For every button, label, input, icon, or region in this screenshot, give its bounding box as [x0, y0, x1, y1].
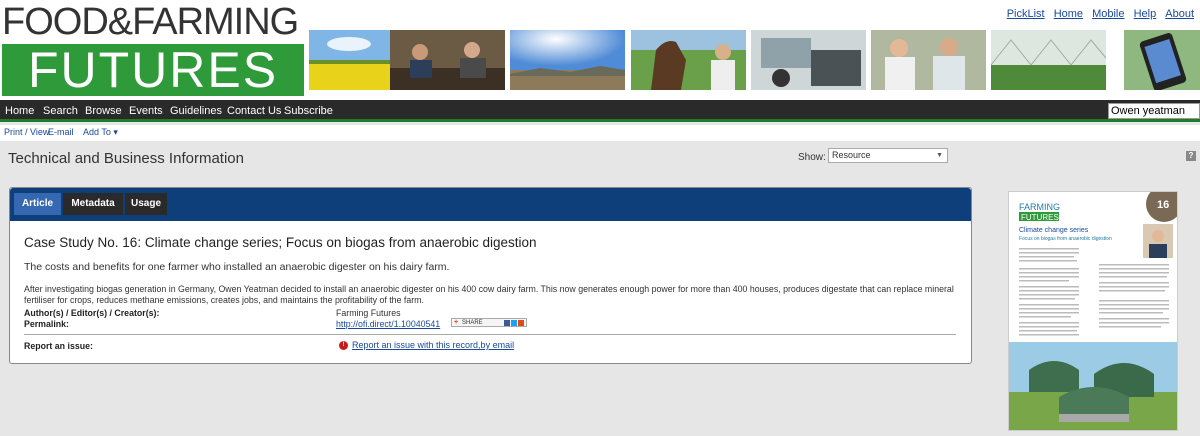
article-title: Case Study No. 16: Climate change series… [24, 235, 537, 250]
nav-events[interactable]: Events [129, 100, 163, 122]
print-view-link[interactable]: Print / View [4, 127, 49, 137]
social-icons [503, 320, 524, 329]
twitter-icon [511, 320, 517, 326]
more-icon [518, 320, 524, 326]
facebook-icon [504, 320, 510, 326]
toplink-mobile[interactable]: Mobile [1092, 8, 1124, 20]
author-label: Author(s) / Editor(s) / Creator(s): [24, 308, 160, 318]
thumb-brand1: FARMING [1019, 202, 1060, 212]
banner-photo-farmers [871, 30, 986, 90]
search-input[interactable] [1108, 103, 1200, 119]
record-panel: Article Metadata Usage Case Study No. 16… [9, 187, 972, 364]
thumb-subtitle: Focus on biogas from anaerobic digestion [1019, 236, 1112, 242]
toplink-home[interactable]: Home [1054, 8, 1083, 20]
tab-bar: Article Metadata Usage [10, 188, 971, 221]
report-label: Report an issue: [24, 341, 93, 351]
nav-guidelines[interactable]: Guidelines [170, 100, 222, 122]
banner-photo-horse [631, 30, 746, 90]
document-thumbnail[interactable]: FARMING FUTURES 16 Climate change series… [1008, 191, 1178, 431]
toplink-help[interactable]: Help [1134, 8, 1157, 20]
plus-icon: + [454, 319, 459, 326]
report-icon: ! [339, 341, 348, 350]
main-nav: Home Search Browse Events Guidelines Con… [0, 100, 1200, 122]
article-description: The costs and benefits for one farmer wh… [24, 261, 450, 273]
show-label: Show: [798, 152, 826, 163]
banner-photo-greenhouse [991, 30, 1106, 90]
help-icon[interactable]: ? [1186, 151, 1196, 161]
email-link[interactable]: E-mail [48, 127, 74, 137]
top-links: PickList Home Mobile Help About [1001, 8, 1194, 20]
banner-photo-tractor-cab [751, 30, 866, 90]
page-title: Technical and Business Information [8, 150, 244, 167]
report-issue-link[interactable]: Report an issue with this record,by emai… [352, 340, 514, 350]
share-label: SHARE [462, 320, 483, 326]
show-select-value: Resource [832, 150, 871, 160]
thumb-series: Climate change series [1019, 227, 1089, 234]
show-select[interactable]: Resource ▼ [828, 148, 948, 163]
nav-contact-us[interactable]: Contact Us [227, 100, 281, 122]
banner-photo-meeting [390, 30, 505, 90]
thumb-number: 16 [1157, 199, 1169, 211]
toplink-about[interactable]: About [1165, 8, 1194, 20]
logo-line2: FUTURES [27, 42, 279, 98]
toplink-picklist[interactable]: PickList [1007, 8, 1045, 20]
author-value: Farming Futures [336, 308, 401, 318]
banner-photo-sunny-landscape [510, 30, 625, 90]
nav-home[interactable]: Home [5, 100, 34, 122]
tab-usage[interactable]: Usage [125, 193, 167, 215]
article-body: After investigating biogas generation in… [24, 284, 954, 305]
thumb-brand2: FUTURES [1021, 213, 1059, 222]
permalink-link[interactable]: http://ofi.direct/1.10040541 [336, 319, 440, 329]
chevron-down-icon: ▼ [936, 152, 943, 159]
permalink-label: Permalink: [24, 319, 69, 329]
site-logo[interactable]: FOOD&FARMING FUTURES [2, 1, 304, 98]
divider [24, 334, 956, 335]
nav-search[interactable]: Search [43, 100, 78, 122]
tab-metadata[interactable]: Metadata [63, 193, 123, 215]
record-toolbar: Print / View E-mail Add To ▾ [0, 125, 1200, 141]
nav-browse[interactable]: Browse [85, 100, 122, 122]
banner-photo-smartphone [1111, 30, 1200, 90]
add-to-menu[interactable]: Add To ▾ [83, 127, 118, 138]
nav-subscribe[interactable]: Subscribe [284, 100, 333, 122]
share-button[interactable]: + SHARE [451, 318, 527, 327]
header: FOOD&FARMING FUTURES PickList Home Mobil… [0, 0, 1200, 100]
logo-line1: FOOD&FARMING [2, 1, 299, 43]
tab-article[interactable]: Article [14, 193, 61, 215]
